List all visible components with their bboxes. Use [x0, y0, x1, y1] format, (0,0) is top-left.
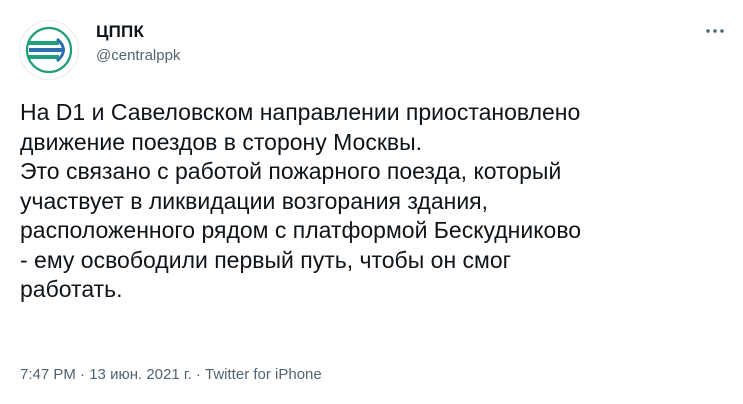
tweet-text-line: На D1 и Савеловском направлении приостан…	[20, 99, 581, 125]
meta-separator: ·	[191, 366, 206, 383]
tweet-text-line: движение поездов в сторону Москвы.	[20, 128, 423, 155]
tweet-time[interactable]: 7:47 PM	[20, 366, 76, 383]
tweet-text: На D1 и Савеловском направлении приостан…	[20, 98, 730, 305]
tweet-text-line: участвует в ликвидации возгорания здания…	[20, 187, 489, 214]
account-handle[interactable]: @centralppk	[96, 47, 180, 64]
tweet-text-line: работать.	[20, 276, 123, 302]
tweet-text-line: - ему освободили первый путь, чтобы он с…	[20, 246, 512, 273]
more-options-icon[interactable]	[702, 20, 728, 42]
avatar[interactable]	[19, 20, 79, 80]
tweet-text-line: расположенного рядом с платформой Бескуд…	[20, 217, 582, 243]
cppk-logo-icon	[25, 26, 73, 74]
tweet-source[interactable]: Twitter for iPhone	[205, 366, 322, 383]
tweet-text-line: Это связано с работой пожарного поезда, …	[20, 158, 562, 184]
tweet-date[interactable]: 13 июн. 2021 г.	[89, 366, 191, 383]
account-name[interactable]: ЦППК	[96, 22, 144, 42]
tweet-card: ЦППК @centralppk На D1 и Савеловском нап…	[0, 0, 743, 404]
meta-separator: ·	[75, 366, 90, 383]
tweet-meta: 7:47 PM · 13 июн. 2021 г. · Twitter for …	[20, 366, 322, 383]
